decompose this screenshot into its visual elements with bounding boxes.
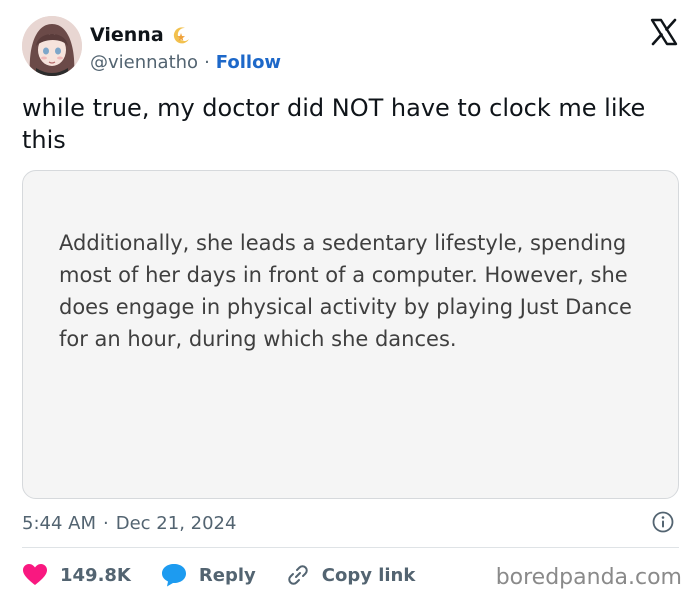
name-row: Vienna [90, 24, 192, 46]
media-screenshot-text: Additionally, she leads a sedentary life… [59, 231, 632, 351]
like-count: 149.8K [60, 564, 131, 586]
copy-link-label: Copy link [321, 564, 416, 586]
reply-bubble-icon [161, 564, 186, 587]
avatar[interactable] [22, 16, 82, 76]
media-card[interactable]: Additionally, she leads a sedentary life… [22, 170, 679, 499]
avatar-illustration [22, 16, 82, 76]
watermark: boredpanda.com [495, 565, 682, 590]
display-name[interactable]: Vienna [90, 24, 164, 46]
separator-dot: · [204, 52, 210, 73]
crescent-moon-star-icon [170, 24, 192, 46]
copy-link-button[interactable]: Copy link [286, 563, 416, 587]
like-button[interactable]: 149.8K [22, 563, 131, 587]
reply-button[interactable]: Reply [161, 563, 256, 587]
tweet-meta: 5:44 AM · Dec 21, 2024 [22, 510, 679, 536]
meta-separator: · [103, 512, 109, 534]
info-icon[interactable] [651, 510, 675, 534]
divider [22, 547, 679, 548]
reply-label: Reply [198, 564, 256, 586]
x-logo-icon[interactable] [650, 18, 678, 46]
handle-row: @viennatho · Follow [90, 52, 281, 73]
tweet-date[interactable]: Dec 21, 2024 [116, 513, 237, 534]
handle[interactable]: @viennatho [90, 52, 198, 73]
heart-icon [23, 564, 47, 585]
action-bar: 149.8K Reply Copy link [22, 560, 445, 590]
tweet-time[interactable]: 5:44 AM [22, 513, 96, 534]
follow-button[interactable]: Follow [216, 52, 281, 73]
tweet-header: Vienna @viennatho · Follow [22, 16, 682, 80]
tweet-text: while true, my doctor did NOT have to cl… [22, 94, 646, 154]
link-icon [288, 565, 308, 585]
